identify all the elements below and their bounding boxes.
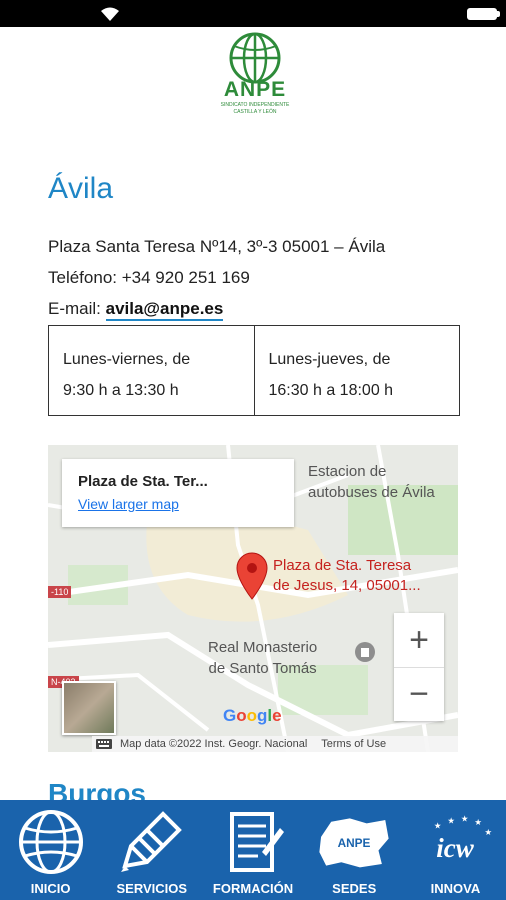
hours-table: Lunes-viernes, de 9:30 h a 13:30 h Lunes… [48,325,460,416]
svg-text:★: ★ [485,827,493,837]
monastery-marker-icon [355,642,375,662]
poi-bus-station-line1: Estacion de [308,463,387,480]
nav-item-formacion[interactable]: FORMACIÓN [202,800,303,900]
hours-days: Lunes-viernes, de [63,351,191,368]
icw-icon: icw ★ ★ ★ ★ ★ [434,814,493,863]
terms-of-use-link[interactable]: Terms of Use [321,738,386,750]
nav-label: SERVICIOS [116,881,188,896]
email-label: E-mail: [48,299,106,318]
zoom-in-button[interactable]: + [394,613,444,667]
hours-cell-morning: Lunes-viernes, de 9:30 h a 13:30 h [49,326,254,415]
email-link[interactable]: avila@anpe.es [105,299,224,321]
road-shield: -110 [48,586,72,598]
email-line: E-mail: avila@anpe.es [48,299,224,321]
battery-icon [467,8,500,20]
address-text: Plaza Santa Teresa Nº14, 3º-3 05001 – Áv… [48,237,386,256]
map-region-icon: ANPE [319,818,389,868]
nav-item-innova[interactable]: icw ★ ★ ★ ★ ★ INNOVA [405,800,506,900]
globe-icon [18,810,83,874]
logo-name: ANPE [223,78,287,101]
status-bar [0,0,506,27]
keyboard-shortcuts-icon[interactable] [96,739,112,749]
nav-label: INICIO [30,881,71,896]
svg-text:★: ★ [475,817,483,827]
map-attribution-bar: Map data ©2022 Inst. Geogr. Nacional Ter… [92,736,458,752]
bottom-navigation: INICIO SERVICIOS FORMACIÓN ANPE SEDES ic… [0,800,506,900]
poi-monastery: Real Monasterio de Santo Tomás [208,637,317,679]
logo-region: CASTILLA Y LEÓN [233,109,277,115]
satellite-toggle-thumbnail[interactable] [62,681,116,735]
wifi-icon [101,7,119,21]
hours-time: 16:30 h a 18:00 h [268,382,394,399]
pencil-icon [120,811,182,872]
map-place-name: Plaza de Sta. Ter... [78,473,208,490]
map-zoom-controls: + − [394,613,444,721]
nav-item-servicios[interactable]: SERVICIOS [101,800,202,900]
nav-label: INNOVA [430,881,481,896]
google-letter: o [236,706,247,725]
map-pin-label-line2: de Jesus, 14, 05001... [273,577,421,594]
logo-tagline: SINDICATO INDEPENDIENTE [220,102,290,108]
google-letter: g [257,706,268,725]
map-pin-label: Plaza de Sta. Teresa de Jesus, 14, 05001… [273,556,421,596]
section-title: Ávila [48,172,114,205]
view-larger-map-link[interactable]: View larger map [78,496,278,512]
nav-label: SEDES [332,881,377,896]
poi-monastery-line2: de Santo Tomás [208,660,317,677]
hours-time: 9:30 h a 13:30 h [63,382,179,399]
svg-text:ANPE: ANPE [338,836,371,850]
google-letter: e [272,706,282,725]
google-logo: Google [223,706,282,726]
poi-monastery-line1: Real Monasterio [208,639,318,656]
poi-bus-station: Estacion de autobuses de Ávila [308,461,435,503]
phone-text: Teléfono: +34 920 251 169 [48,268,250,287]
nav-label: FORMACIÓN [212,881,294,896]
hours-cell-afternoon: Lunes-jueves, de 16:30 h a 18:00 h [253,326,460,415]
poi-bus-station-line2: autobuses de Ávila [308,484,435,501]
embedded-map[interactable]: Plaza de Sta. Ter... View larger map Est… [48,445,458,752]
svg-text:icw: icw [437,833,475,863]
anpe-logo: ANPE SINDICATO INDEPENDIENTE CASTILLA Y … [210,30,300,120]
zoom-out-button[interactable]: − [394,667,444,721]
nav-item-sedes[interactable]: ANPE SEDES [304,800,405,900]
map-info-card: Plaza de Sta. Ter... View larger map [62,459,294,527]
map-pin-icon[interactable] [235,552,269,600]
svg-text:★: ★ [448,815,456,825]
svg-text:★: ★ [461,814,469,824]
map-data-attribution: Map data ©2022 Inst. Geogr. Nacional [120,738,308,750]
svg-text:★: ★ [434,820,442,830]
google-letter: G [223,706,237,725]
hours-days: Lunes-jueves, de [268,351,391,368]
document-icon [230,812,284,872]
google-letter: o [246,706,258,725]
nav-item-inicio[interactable]: INICIO [0,800,101,900]
map-pin-label-line1: Plaza de Sta. Teresa [273,557,412,574]
